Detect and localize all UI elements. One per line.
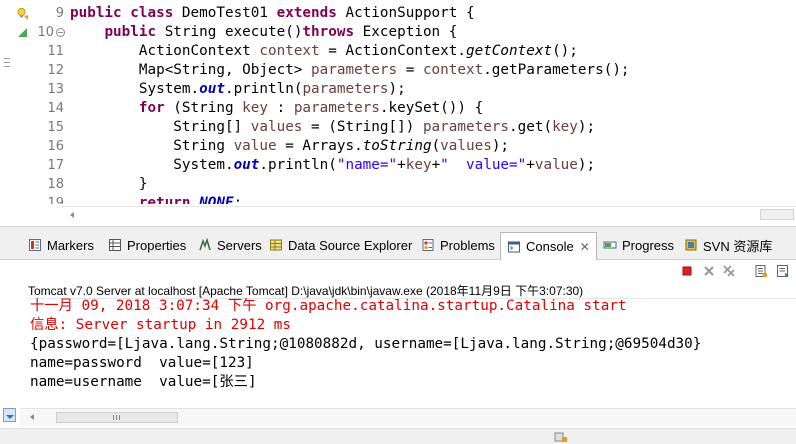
console-view[interactable]: Tomcat v7.0 Server at localhost [Apache … — [0, 260, 796, 428]
tab-console[interactable]: Console ✕ — [500, 232, 597, 260]
svn-icon — [685, 239, 697, 251]
line-number: 13 — [47, 82, 64, 97]
progress-icon — [603, 241, 617, 249]
line-gutter: 11 — [14, 42, 64, 61]
line-gutter: 9 — [14, 4, 64, 23]
tab-label: Properties — [127, 237, 187, 253]
code-text: } — [138, 176, 148, 192]
scroll-left-icon[interactable] — [70, 212, 74, 218]
scroll-left-icon[interactable] — [30, 414, 34, 420]
line-gutter: 12 — [14, 61, 64, 80]
line-gutter: 16 — [14, 137, 64, 156]
tab-label: Data Source Explorer — [288, 237, 413, 253]
code-line: 16 String value = Arrays.toString(values… — [14, 137, 794, 156]
code-line: 9 public class DemoTest01 extends Action… — [14, 4, 794, 23]
console-line: 十一月 09, 2018 3:07:34 下午 org.apache.catal… — [30, 298, 627, 314]
line-number: 15 — [47, 120, 64, 135]
console-line: name=username value=[张三] — [30, 374, 257, 390]
markers-icon — [29, 239, 41, 251]
tab-label: Console — [526, 239, 574, 254]
scrollbar-thumb[interactable] — [760, 209, 794, 220]
tab-label: Servers — [217, 237, 262, 253]
code-text: System.out.println(parameters); — [138, 81, 406, 97]
warning-lightbulb-icon[interactable] — [16, 7, 29, 20]
code-line: 18 } — [14, 175, 794, 194]
fold-toggle-icon[interactable]: − — [56, 28, 65, 37]
line-number: 10 — [37, 25, 54, 40]
code-text: String value = Arrays.toString(values); — [173, 138, 510, 154]
line-number: 18 — [47, 177, 64, 192]
code-line: 10 − public String execute()throws Excep… — [14, 23, 794, 42]
terminate-icon[interactable] — [680, 264, 694, 278]
console-line: 信息: Server startup in 2912 ms — [30, 317, 291, 333]
console-left-scroll-strip — [0, 260, 20, 428]
code-text: public class DemoTest01 extends ActionSu… — [70, 5, 475, 21]
code-text: Map<String, Object> parameters = context… — [138, 62, 630, 78]
code-line: 14 for (String key : parameters.keySet()… — [14, 99, 794, 118]
code-text: System.out.println("name="+key+" value="… — [173, 157, 596, 173]
line-gutter: 13 — [14, 80, 64, 99]
console-horizontal-scrollbar[interactable] — [20, 408, 796, 426]
editor-left-ruler — [0, 0, 14, 212]
servers-icon — [199, 238, 211, 251]
code-line: 11 ActionContext context = ActionContext… — [14, 42, 794, 61]
line-number: 19 — [47, 196, 64, 204]
view-tab-bar: Markers Properties Servers Data Source E… — [0, 226, 796, 260]
remove-all-terminated-icon[interactable] — [722, 264, 736, 278]
code-line: 19 return NONE; — [14, 194, 794, 204]
line-number: 14 — [47, 101, 64, 116]
close-icon[interactable]: ✕ — [580, 240, 590, 254]
tab-label: Progress — [622, 237, 675, 253]
code-text: for (String key : parameters.keySet()) { — [138, 100, 484, 116]
line-gutter: 14 — [14, 99, 64, 118]
tab-progress[interactable]: Progress — [603, 233, 674, 257]
tab-label: SVN 资源库 — [703, 238, 773, 254]
line-number: 16 — [47, 139, 64, 154]
code-text: return NONE; — [138, 195, 243, 204]
scroll-down-icon[interactable] — [6, 415, 14, 419]
tab-svn-repositories[interactable]: SVN 资源库 — [684, 233, 772, 257]
properties-icon — [109, 239, 121, 251]
data-source-icon — [270, 239, 282, 251]
code-line: 13 System.out.println(parameters); — [14, 80, 794, 99]
code-area[interactable]: 9 public class DemoTest01 extends Action… — [14, 4, 794, 204]
line-number: 17 — [47, 158, 64, 173]
tab-label: Markers — [47, 237, 94, 253]
tab-data-source-explorer[interactable]: Data Source Explorer — [269, 233, 412, 257]
line-gutter: 17 — [14, 156, 64, 175]
code-text: ActionContext context = ActionContext.ge… — [138, 43, 578, 59]
line-gutter: 15 — [14, 118, 64, 137]
console-icon — [508, 241, 520, 252]
code-line: 17 System.out.println("name="+key+" valu… — [14, 156, 794, 175]
status-bar — [0, 428, 796, 444]
tab-servers[interactable]: Servers — [198, 233, 262, 257]
problems-icon — [422, 239, 434, 251]
code-text: public String execute()throws Exception … — [104, 24, 458, 40]
editor-horizontal-scrollbar[interactable] — [60, 206, 796, 222]
code-editor[interactable]: 9 public class DemoTest01 extends Action… — [0, 0, 796, 222]
code-line: 12 Map<String, Object> parameters = cont… — [14, 61, 794, 80]
tab-markers[interactable]: Markers — [28, 233, 94, 257]
override-triangle-icon[interactable] — [16, 26, 29, 39]
line-number: 9 — [55, 6, 64, 21]
status-indicator-icon[interactable] — [554, 431, 568, 443]
console-line: name=password value=[123] — [30, 355, 254, 371]
remove-launch-icon[interactable] — [702, 264, 716, 278]
line-gutter: 19 — [14, 194, 64, 204]
console-toolbar — [676, 260, 796, 282]
scroll-lock-icon[interactable] — [754, 264, 768, 278]
line-gutter: 18 — [14, 175, 64, 194]
tab-problems[interactable]: Problems — [421, 233, 495, 257]
scrollbar-thumb[interactable] — [56, 412, 178, 423]
console-output[interactable]: 十一月 09, 2018 3:07:34 下午 org.apache.catal… — [30, 297, 790, 392]
word-wrap-icon[interactable] — [776, 264, 790, 278]
tab-properties[interactable]: Properties — [108, 233, 186, 257]
line-number: 11 — [47, 44, 64, 59]
line-gutter: 10 − — [14, 23, 65, 42]
code-text: String[] values = (String[]) parameters.… — [173, 119, 596, 135]
line-number: 12 — [47, 63, 64, 78]
code-line: 15 String[] values = (String[]) paramete… — [14, 118, 794, 137]
console-line: {password=[Ljava.lang.String;@1080882d, … — [30, 336, 702, 352]
tab-label: Problems — [440, 237, 495, 253]
